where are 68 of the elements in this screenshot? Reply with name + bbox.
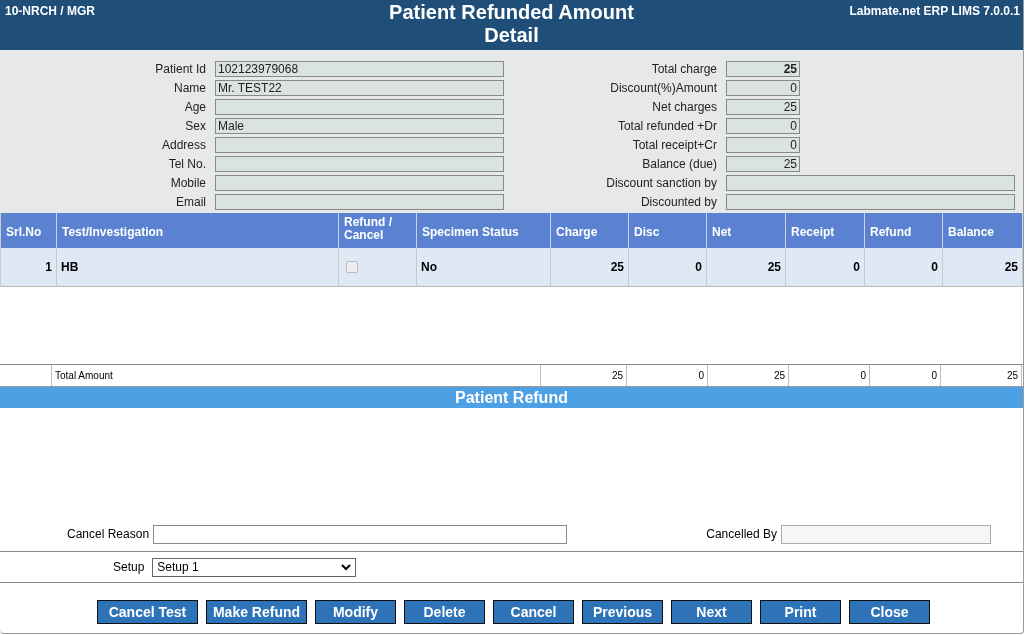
- field-label: Email: [175, 195, 207, 209]
- table-cell: 25: [943, 248, 1023, 286]
- field-label: Total refunded +Dr: [616, 119, 718, 133]
- field-label: Tel No.: [167, 157, 207, 171]
- action-button[interactable]: Modify: [315, 600, 396, 624]
- input-field[interactable]: 0: [726, 137, 800, 153]
- input-field[interactable]: Male: [215, 118, 504, 134]
- table-cell: HB: [57, 248, 339, 286]
- field-label: Age: [183, 100, 207, 114]
- input-field[interactable]: [781, 524, 991, 544]
- setup-dropdown[interactable]: Setup 1: [152, 557, 357, 577]
- table-cell: 0: [865, 248, 943, 286]
- total-cell: 0: [789, 365, 870, 386]
- input-field[interactable]: [153, 524, 568, 544]
- section-title: Patient Refund: [0, 387, 1023, 408]
- page-title: Patient Refunded Amount Detail: [388, 1, 635, 48]
- field-label: Net charges: [651, 100, 718, 114]
- action-button[interactable]: Cancel: [493, 600, 574, 624]
- user-location: 10-NRCH / MGR: [5, 4, 95, 18]
- field-label: Cancel Reason: [67, 527, 151, 541]
- total-cell: 25: [708, 365, 789, 386]
- field-label: Patient Id: [154, 62, 207, 76]
- field-label: Discount sanction by: [605, 176, 718, 190]
- action-button[interactable]: Next: [671, 600, 752, 624]
- table-cell: 0: [629, 248, 707, 286]
- field-label: Name: [173, 81, 207, 95]
- input-field[interactable]: 25: [726, 99, 800, 115]
- input-field[interactable]: [215, 99, 504, 115]
- total-cell: 0: [870, 365, 941, 386]
- table-cell: 1: [1, 248, 57, 286]
- table-cell: 25: [551, 248, 629, 286]
- table-cell: 25: [707, 248, 786, 286]
- field-label: Discounted by: [639, 195, 718, 209]
- input-field[interactable]: [215, 194, 504, 210]
- action-button[interactable]: Print: [760, 600, 841, 624]
- total-cell: 25: [941, 365, 1022, 386]
- total-label: Total Amount: [52, 365, 541, 386]
- table-cell: No: [417, 248, 551, 286]
- field-label: Cancelled By: [706, 527, 778, 541]
- input-field[interactable]: Mr. TEST22: [215, 80, 504, 96]
- field-label: Balance (due): [641, 157, 718, 171]
- field-label: Setup: [113, 560, 145, 574]
- field-label: Discount(%)Amount: [609, 81, 718, 95]
- app-version: Labmate.net ERP LIMS 7.0.0.1: [849, 4, 1020, 18]
- input-field[interactable]: 25: [726, 61, 800, 77]
- action-button[interactable]: Previous: [582, 600, 663, 624]
- chevron-down-icon: [341, 563, 352, 571]
- input-field[interactable]: [726, 175, 1015, 191]
- input-field[interactable]: 102123979068: [215, 61, 504, 77]
- field-label: Total receipt+Cr: [631, 138, 718, 152]
- field-label: Address: [160, 138, 207, 152]
- input-field[interactable]: [215, 175, 504, 191]
- input-field[interactable]: [726, 194, 1015, 210]
- input-field[interactable]: 0: [726, 80, 800, 96]
- total-cell: 25: [541, 365, 627, 386]
- action-button[interactable]: Delete: [404, 600, 485, 624]
- action-button[interactable]: Cancel Test: [97, 600, 198, 624]
- input-field[interactable]: 0: [726, 118, 800, 134]
- table-cell: 0: [786, 248, 865, 286]
- input-field[interactable]: [215, 137, 504, 153]
- total-cell: 0: [627, 365, 708, 386]
- input-field[interactable]: 25: [726, 156, 800, 172]
- action-button[interactable]: Close: [849, 600, 930, 624]
- action-button[interactable]: Make Refund: [206, 600, 307, 624]
- input-field[interactable]: [215, 156, 504, 172]
- field-label: Sex: [184, 119, 207, 133]
- field-label: Total charge: [650, 62, 718, 76]
- field-label: Mobile: [169, 176, 207, 190]
